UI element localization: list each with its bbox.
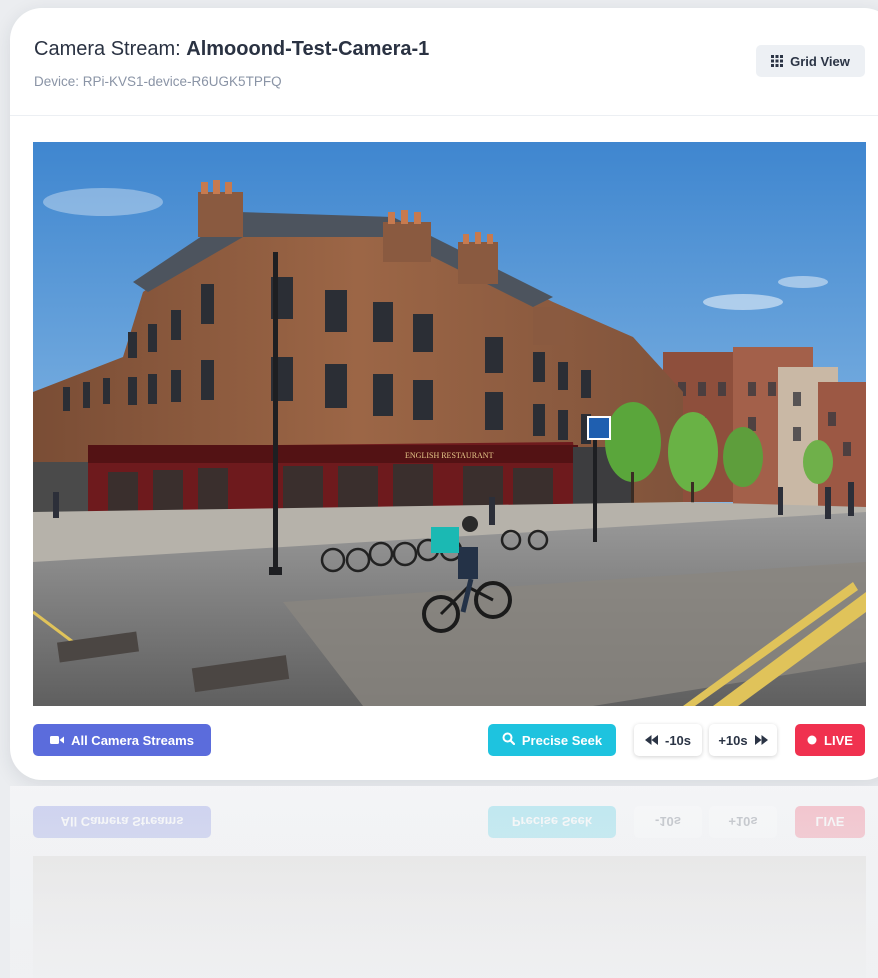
reflection-seek-forward: +10s [709,806,777,838]
camera-name: Almooond-Test-Camera-1 [186,38,430,60]
precise-seek-label: Precise Seek [521,732,603,748]
reflection-seek-back: -10s [634,806,702,838]
player-controls: All Camera Streams Precise Seek -10s +10… [10,724,878,758]
grid-view-button[interactable]: Grid View [756,45,865,77]
video-frame: ENGLISH RESTAURANT [33,142,866,706]
rewind-icon [644,733,658,748]
record-dot-icon [807,733,817,748]
pub-sign: ENGLISH RESTAURANT [405,451,494,460]
fast-forward-icon [754,733,768,748]
reflection-all-streams: All Camera Streams [33,806,211,838]
all-camera-streams-button[interactable]: All Camera Streams [33,724,211,756]
video-camera-icon [50,733,65,748]
reflection-seek-back-label: -10s [654,814,682,830]
seek-forward-label: +10s [718,732,748,748]
card-reflection: All Camera Streams Precise Seek -10s +10… [10,786,878,978]
live-label: LIVE [824,732,853,748]
seek-forward-button[interactable]: +10s [709,724,777,756]
precise-seek-button[interactable]: Precise Seek [488,724,616,756]
title-prefix: Camera Stream: [34,38,187,60]
reflection-precise-seek: Precise Seek [488,806,616,838]
seek-back-label: -10s [664,732,692,748]
reflection-live-label: LIVE [815,814,845,830]
page-title: Camera Stream: Almooond-Test-Camera-1 [34,38,429,61]
device-label: Device: RPi-KVS1-device-R6UGK5TPFQ [34,74,282,89]
reflection-live: LIVE [795,806,865,838]
search-icon [502,732,515,748]
live-button[interactable]: LIVE [795,724,865,756]
reflection-precise-seek-label: Precise Seek [511,814,593,830]
reflection-video [33,856,866,978]
video-player[interactable]: ENGLISH RESTAURANT [33,142,866,706]
all-camera-streams-label: All Camera Streams [71,732,194,748]
reflection-fade [10,786,878,978]
reflection-background [10,786,878,978]
camera-stream-card: Camera Stream: Almooond-Test-Camera-1 De… [10,8,878,780]
reflection-seek-forward-label: +10s [728,814,758,830]
reflection-all-streams-label: All Camera Streams [60,814,184,830]
seek-back-button[interactable]: -10s [634,724,702,756]
card-header: Camera Stream: Almooond-Test-Camera-1 De… [10,8,878,116]
grid-view-label: Grid View [790,53,850,69]
grid-icon [771,55,784,67]
